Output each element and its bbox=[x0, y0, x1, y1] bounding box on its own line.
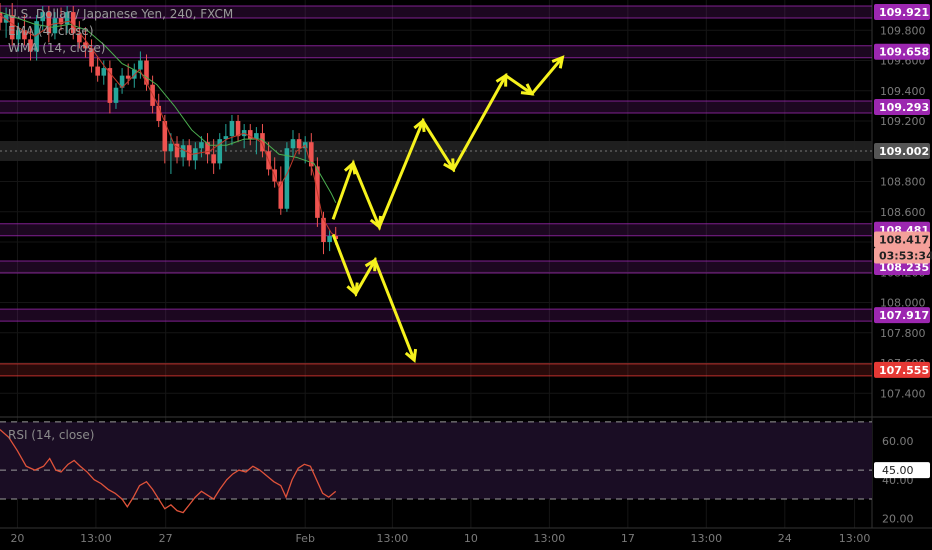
candle-body bbox=[138, 60, 143, 70]
price-tick-label: 107.800 bbox=[880, 327, 926, 340]
time-tick-label: 13:00 bbox=[377, 532, 409, 545]
candle-body bbox=[235, 121, 241, 137]
time-tick-label: 24 bbox=[778, 532, 792, 545]
level-zone bbox=[0, 223, 872, 236]
bar-countdown-tag: 03:53:34 bbox=[879, 249, 932, 262]
rsi-pane bbox=[0, 421, 872, 514]
rsi-background-band bbox=[0, 421, 872, 500]
level-price-tag: 109.658 bbox=[879, 46, 929, 59]
chart-legend: U.S. Dollar / Japanese Yen, 240, FXCM EM… bbox=[8, 6, 233, 57]
rsi-tick-label: 20.00 bbox=[882, 512, 914, 525]
candle-body bbox=[168, 143, 174, 152]
time-tick-label: 17 bbox=[621, 532, 635, 545]
horizontal-levels bbox=[0, 5, 872, 377]
price-tick-label: 109.400 bbox=[880, 85, 926, 98]
price-tick-label: 109.800 bbox=[880, 24, 926, 37]
price-tick-label: 107.400 bbox=[880, 387, 926, 400]
wma-indicator-label[interactable]: WMA (14, close) bbox=[8, 40, 233, 57]
level-price-tag: 107.917 bbox=[879, 309, 929, 322]
projection-path bbox=[331, 233, 416, 361]
candle-body bbox=[247, 130, 253, 140]
time-tick-label: 13:00 bbox=[839, 532, 871, 545]
time-tick-label: 13:00 bbox=[80, 532, 112, 545]
level-price-tag: 109.293 bbox=[879, 101, 929, 114]
candle-body bbox=[284, 148, 290, 209]
time-tick-label: 13:00 bbox=[534, 532, 566, 545]
level-price-tag: 107.555 bbox=[879, 364, 929, 377]
price-tick-label: 109.200 bbox=[880, 115, 926, 128]
candle-body bbox=[229, 121, 235, 137]
time-tick-label: 27 bbox=[159, 532, 173, 545]
price-tags: 109.921109.658109.293108.481108.235107.9… bbox=[874, 3, 932, 479]
candle-body bbox=[199, 142, 204, 149]
price-tick-label: 108.600 bbox=[880, 206, 926, 219]
time-tick-label: Feb bbox=[295, 532, 314, 545]
candle-body bbox=[95, 66, 100, 76]
rsi-tick-label: 60.00 bbox=[882, 435, 914, 448]
current-price-tag: 109.002 bbox=[879, 145, 929, 158]
candle-body bbox=[144, 60, 149, 85]
candle-body bbox=[290, 139, 296, 149]
rsi-indicator-label[interactable]: RSI (14, close) bbox=[8, 428, 94, 442]
level-zone bbox=[0, 100, 872, 113]
time-tick-label: 13:00 bbox=[690, 532, 722, 545]
level-zone bbox=[0, 363, 872, 376]
rsi-band-tag: 45.00 bbox=[882, 464, 914, 477]
candle-body bbox=[211, 154, 216, 164]
candle-body bbox=[278, 181, 284, 209]
price-tick-label: 108.800 bbox=[880, 176, 926, 189]
candle-body bbox=[327, 235, 332, 243]
candle-body bbox=[101, 68, 107, 76]
candle-body bbox=[180, 145, 186, 158]
time-tick-label: 10 bbox=[464, 532, 478, 545]
symbol-title[interactable]: U.S. Dollar / Japanese Yen, 240, FXCM bbox=[8, 6, 233, 23]
time-tick-label: 20 bbox=[10, 532, 24, 545]
level-zone bbox=[0, 260, 872, 273]
last-price-tag: 108.417 bbox=[879, 233, 929, 246]
candle-body bbox=[113, 87, 119, 103]
level-zone bbox=[0, 309, 872, 322]
candle-body bbox=[296, 139, 302, 149]
candle-body bbox=[125, 75, 131, 79]
price-chart[interactable]: 107.400107.600107.800108.000108.200108.4… bbox=[0, 0, 932, 550]
candle-body bbox=[0, 12, 3, 23]
level-price-tag: 109.921 bbox=[879, 6, 929, 19]
ema-indicator-label[interactable]: EMA (4, close) bbox=[8, 23, 233, 40]
chart-window[interactable]: 107.400107.600107.800108.000108.200108.4… bbox=[0, 0, 932, 550]
